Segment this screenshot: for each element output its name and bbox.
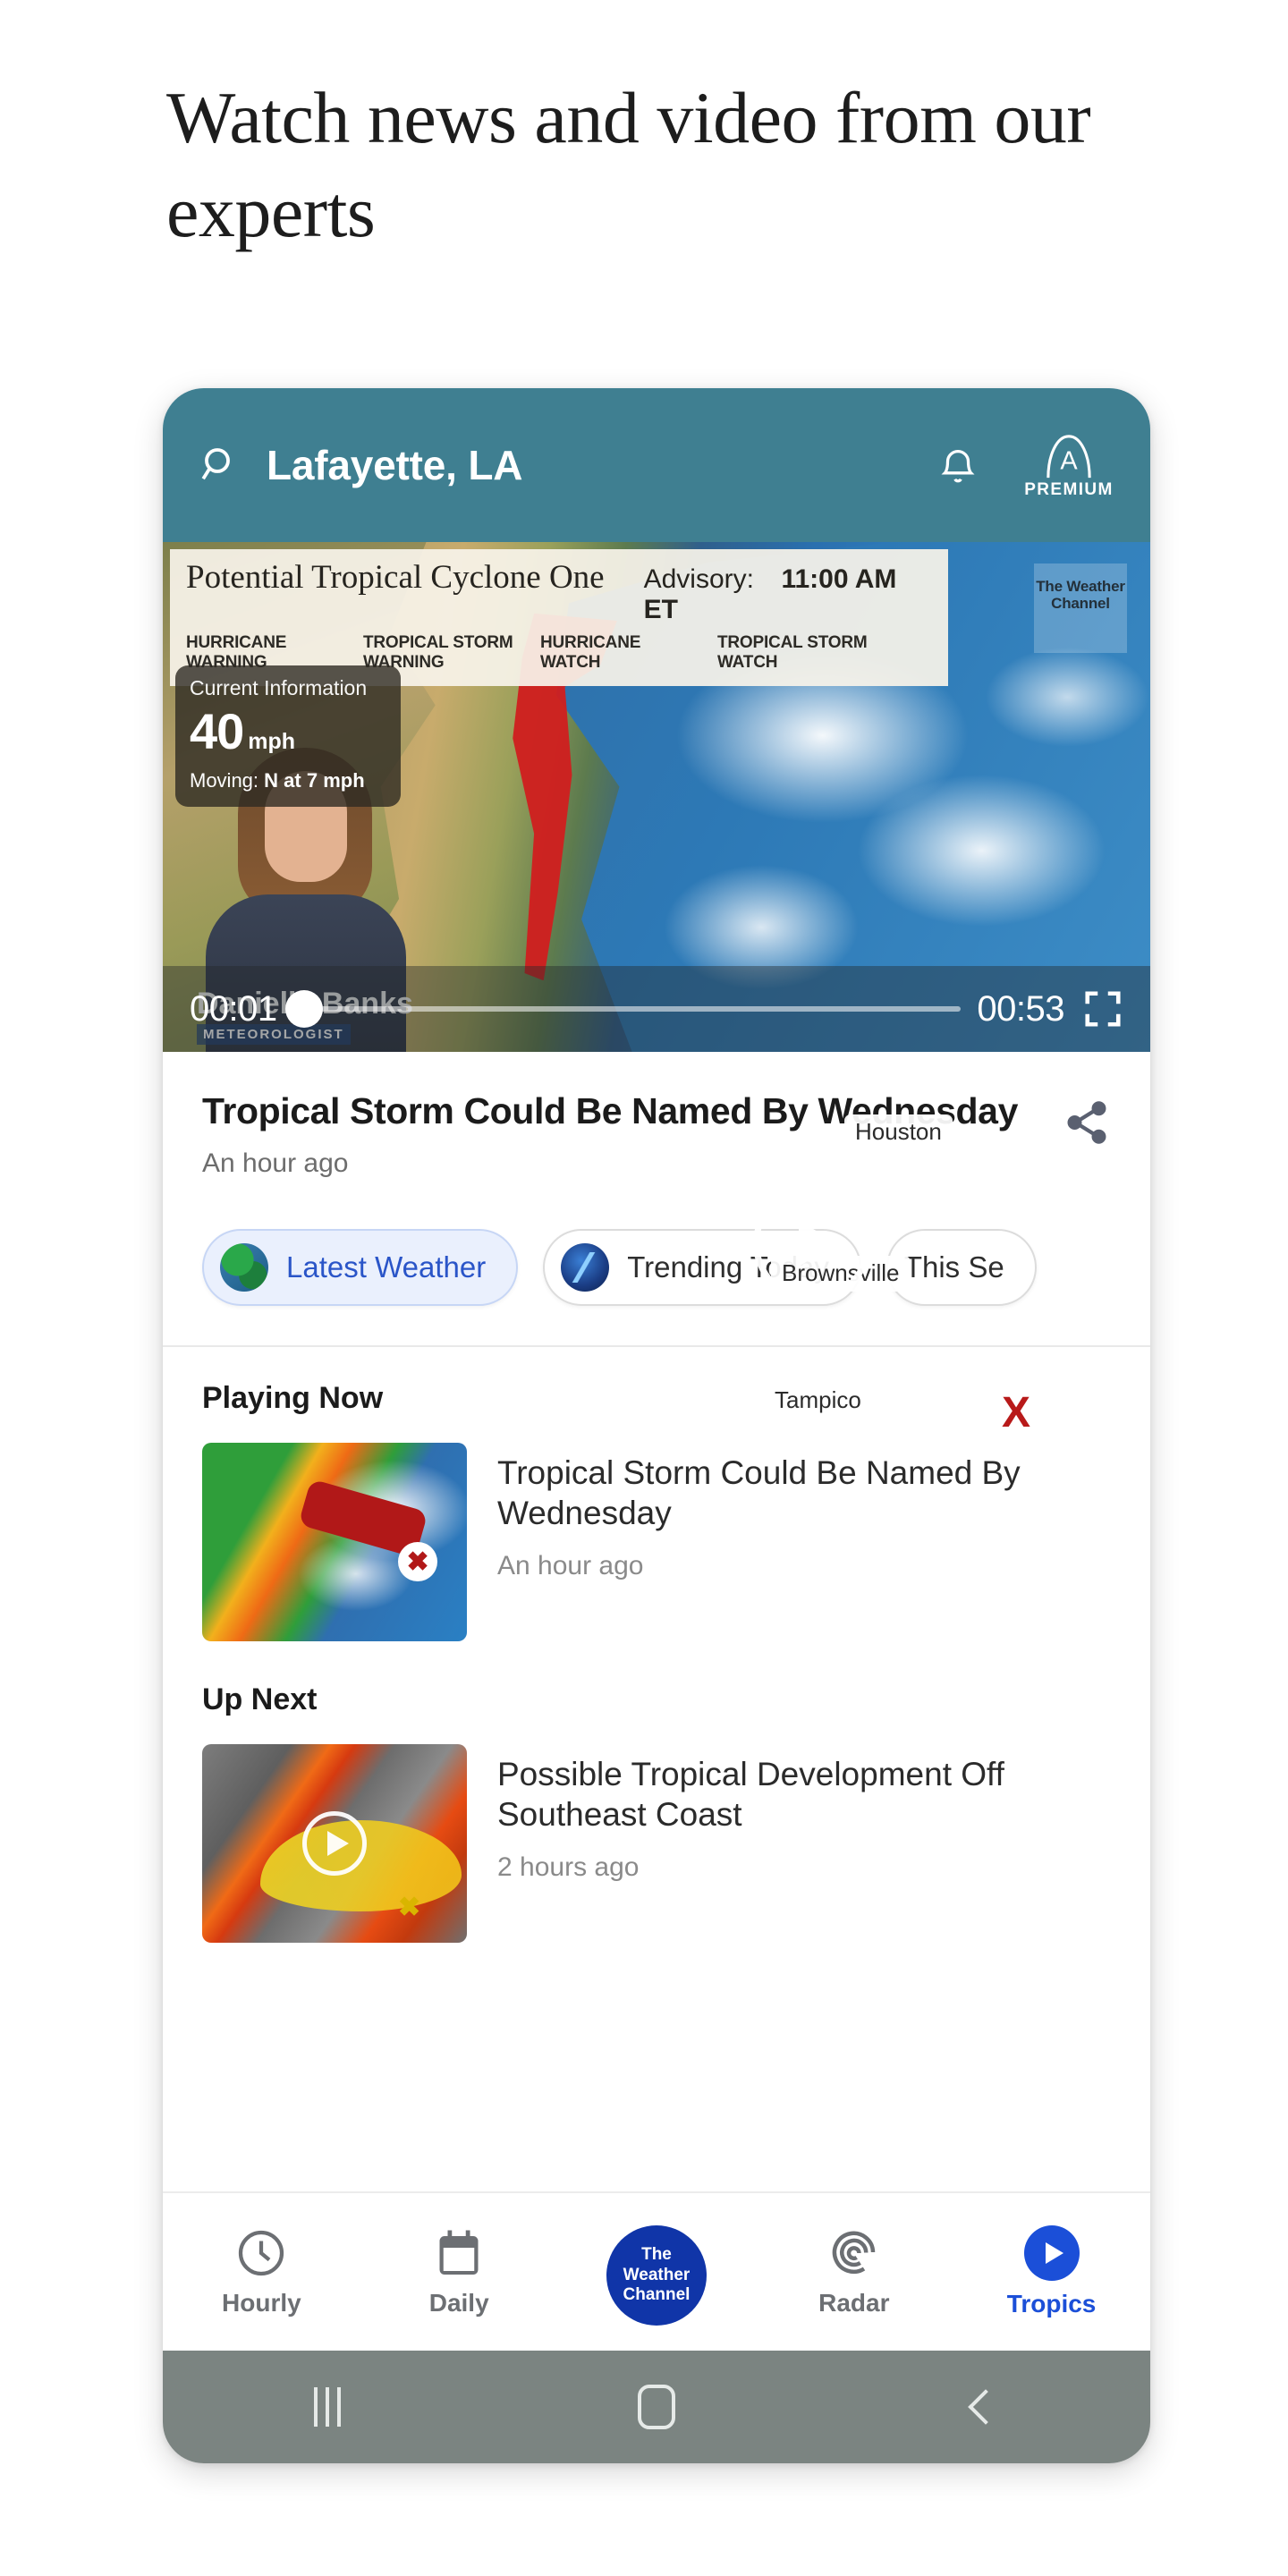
- bottom-navigation[interactable]: Hourly Daily The Weather Channel Radar T…: [163, 2191, 1150, 2351]
- storm-center-marker: X: [984, 1381, 1048, 1445]
- bell-icon[interactable]: [937, 442, 979, 488]
- storm-motion-value: N at 7 mph: [264, 769, 365, 792]
- play-button[interactable]: [753, 1184, 871, 1302]
- nav-item-tropics[interactable]: Tropics: [953, 2225, 1150, 2318]
- back-button[interactable]: [821, 2389, 1150, 2425]
- list-item-timestamp: An hour ago: [497, 1551, 644, 1581]
- storm-motion-row: Moving: N at 7 mph: [190, 769, 386, 792]
- home-button[interactable]: [492, 2385, 821, 2429]
- calendar-icon: [432, 2226, 486, 2280]
- app-header: Lafayette, LA A PREMIUM: [163, 388, 1150, 542]
- play-icon: [326, 1831, 349, 1857]
- search-icon[interactable]: [199, 444, 242, 487]
- legend-item: HURRICANE WATCH: [540, 633, 694, 674]
- radar-icon: [827, 2226, 881, 2280]
- current-information-card: Current Information 40 mph Moving: N at …: [175, 665, 401, 807]
- list-item-title: Possible Tropical Development Off Southe…: [497, 1756, 1004, 1833]
- share-icon[interactable]: [1063, 1098, 1111, 1147]
- nav-label: Daily: [428, 2289, 489, 2317]
- nav-item-hourly[interactable]: Hourly: [163, 2226, 360, 2318]
- thumbnail-play-button[interactable]: [302, 1811, 367, 1877]
- category-chip-row[interactable]: Latest Weather Trending Today This Se: [163, 1179, 1150, 1348]
- wind-speed-row: 40 mph: [190, 702, 386, 760]
- storm-name: Potential Tropical Cyclone One: [186, 559, 605, 596]
- section-title-playing-now: Playing Now: [202, 1381, 384, 1416]
- list-item-title: Tropical Storm Could Be Named By Wednesd…: [497, 1454, 1021, 1531]
- nav-label: Hourly: [222, 2289, 301, 2317]
- map-label-tampico: Tampico: [764, 1383, 872, 1419]
- weather-channel-logo: The Weather Channel: [606, 2225, 707, 2326]
- list-item[interactable]: ✖ Tropical Storm Could Be Named By Wedne…: [202, 1443, 1111, 1642]
- advisory-header-row: Potential Tropical Cyclone One Advisory:…: [186, 558, 932, 625]
- recents-icon: [314, 2387, 341, 2427]
- android-system-nav[interactable]: [163, 2351, 1150, 2463]
- advisory-label: Advisory:: [643, 564, 754, 594]
- video-thumbnail[interactable]: ✖: [202, 1443, 467, 1642]
- storm-center-marker-thumb: ✖: [398, 1892, 421, 1922]
- premium-label: PREMIUM: [1024, 479, 1114, 499]
- fullscreen-icon[interactable]: [1082, 988, 1123, 1030]
- play-icon: [799, 1220, 836, 1267]
- wind-speed-value: 40: [190, 703, 244, 759]
- nav-label: Tropics: [1006, 2290, 1097, 2318]
- nav-label: Radar: [818, 2289, 890, 2317]
- weather-channel-watermark: The Weather Channel: [1034, 564, 1127, 653]
- article-header: Tropical Storm Could Be Named By Wednesd…: [163, 1052, 1150, 1180]
- play-icon: [1045, 2242, 1063, 2264]
- advisory-label-wrap: Advisory: 11:00 AM ET: [644, 564, 932, 625]
- nav-item-daily[interactable]: Daily: [360, 2226, 558, 2318]
- page-root: Watch news and video from our experts La…: [0, 0, 1288, 2576]
- tropics-play-icon: [1023, 2225, 1080, 2281]
- legend-item: TROPICAL STORM WATCH: [717, 633, 871, 674]
- storm-center-marker-thumb: ✖: [398, 1542, 438, 1582]
- recents-button[interactable]: [163, 2387, 492, 2427]
- clock-icon: [234, 2226, 288, 2280]
- globe-icon: [220, 1243, 268, 1292]
- list-item[interactable]: ✖ Possible Tropical Development Off Sout…: [202, 1744, 1111, 1944]
- current-information-title: Current Information: [190, 676, 368, 699]
- elapsed-time: 00:01: [190, 988, 277, 1029]
- premium-ring-icon: A: [1041, 431, 1097, 479]
- trending-icon: [561, 1243, 610, 1292]
- svg-text:A: A: [1060, 446, 1078, 475]
- premium-badge[interactable]: A PREMIUM: [1020, 431, 1118, 500]
- duration-time: 00:53: [977, 988, 1064, 1029]
- legend-label: HURRICANE WATCH: [540, 633, 641, 673]
- wind-speed-unit: mph: [248, 729, 296, 754]
- article-timestamp: An hour ago: [202, 1148, 349, 1179]
- phone-mockup: Lafayette, LA A PREMIUM Danielle Banks M…: [163, 388, 1150, 2463]
- chip-latest-weather[interactable]: Latest Weather: [202, 1229, 519, 1307]
- list-item-timestamp: 2 hours ago: [497, 1852, 640, 1883]
- page-headline: Watch news and video from our experts: [166, 77, 1091, 252]
- legend-label: TROPICAL STORM WATCH: [717, 633, 868, 673]
- nav-item-radar[interactable]: Radar: [755, 2226, 953, 2318]
- map-label-houston: Houston: [844, 1114, 953, 1150]
- progress-scrubber[interactable]: [284, 990, 962, 1028]
- home-icon: [638, 2385, 675, 2429]
- nav-item-weather-channel[interactable]: The Weather Channel: [558, 2225, 756, 2326]
- chip-label: Latest Weather: [286, 1250, 487, 1284]
- location-name[interactable]: Lafayette, LA: [267, 441, 522, 489]
- storm-motion-label: Moving:: [190, 769, 259, 792]
- list-item-text: Possible Tropical Development Off Southe…: [497, 1744, 1111, 1943]
- video-controls[interactable]: 00:01 00:53: [163, 966, 1150, 1052]
- section-title-up-next: Up Next: [202, 1682, 318, 1717]
- scrubber-handle[interactable]: [284, 990, 323, 1028]
- list-item-text: Tropical Storm Could Be Named By Wednesd…: [497, 1443, 1111, 1641]
- chip-label: This Se: [903, 1250, 1004, 1284]
- back-icon: [968, 2389, 1004, 2425]
- video-thumbnail[interactable]: ✖: [202, 1744, 467, 1944]
